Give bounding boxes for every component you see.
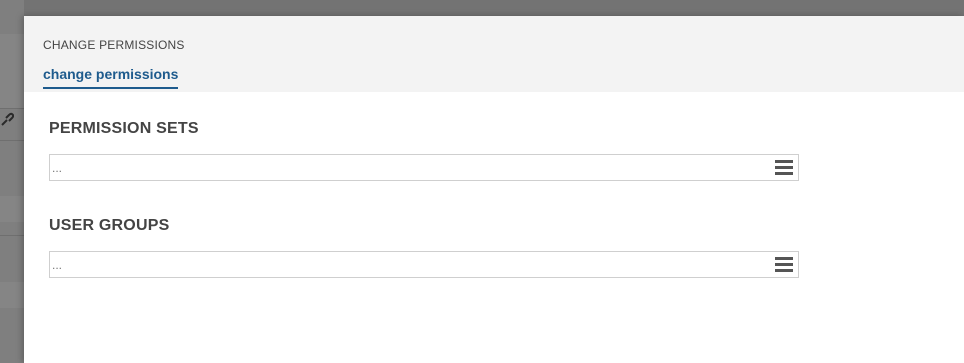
permission-sets-list-button[interactable] — [775, 159, 793, 176]
tab-change-permissions[interactable]: change permissions — [43, 66, 179, 89]
hamburger-menu-icon — [775, 160, 793, 163]
user-groups-field — [49, 251, 799, 278]
hamburger-menu-icon — [775, 269, 793, 272]
background-page — [0, 0, 24, 363]
permission-sets-input[interactable] — [50, 155, 752, 180]
overlay-top-strip — [24, 0, 964, 16]
hamburger-menu-icon — [775, 172, 793, 175]
change-permissions-dialog: CHANGE PERMISSIONS change permissions PE… — [24, 16, 964, 363]
hamburger-menu-icon — [775, 257, 793, 260]
permission-sets-field — [49, 154, 799, 181]
link-icon — [1, 112, 14, 126]
background-divider — [0, 235, 24, 236]
permission-sets-heading: PERMISSION SETS — [49, 120, 199, 137]
user-groups-input[interactable] — [50, 252, 752, 277]
hamburger-menu-icon — [775, 263, 793, 266]
background-band — [0, 34, 24, 108]
background-band — [0, 196, 24, 222]
dialog-title: CHANGE PERMISSIONS — [43, 38, 185, 52]
dialog-header: CHANGE PERMISSIONS change permissions — [24, 16, 964, 92]
hamburger-menu-icon — [775, 166, 793, 169]
background-divider — [0, 108, 24, 109]
background-band — [0, 282, 24, 308]
user-groups-heading: USER GROUPS — [49, 217, 170, 234]
user-groups-list-button[interactable] — [775, 256, 793, 273]
background-divider — [0, 140, 24, 141]
